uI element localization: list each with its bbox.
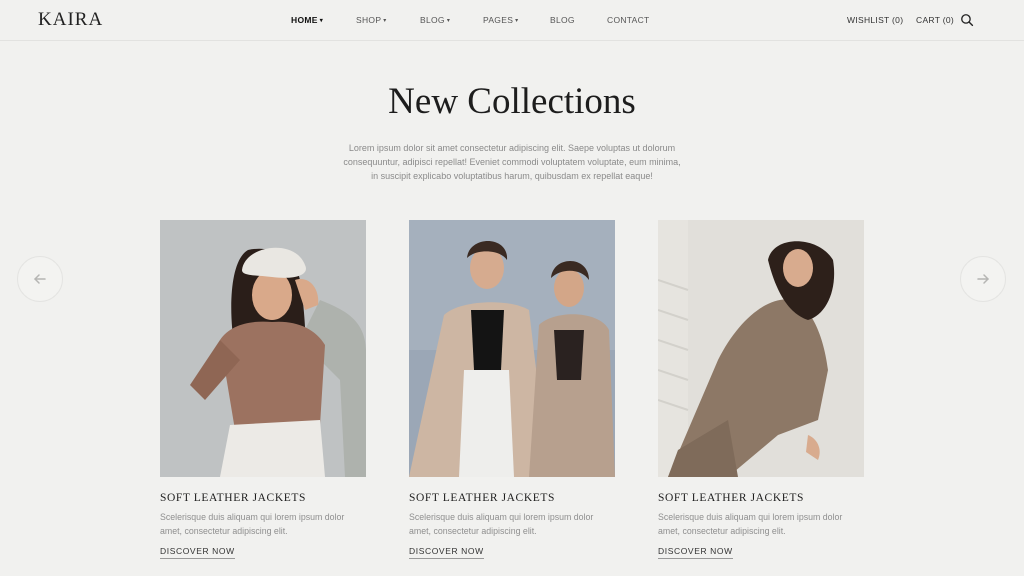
nav-item-home[interactable]: HOME ▾ — [291, 15, 323, 25]
discover-now-link[interactable]: DISCOVER NOW — [409, 546, 484, 559]
product-image-two-women-coats[interactable] — [409, 220, 615, 477]
card-description: Scelerisque duis aliquam qui lorem ipsum… — [409, 512, 594, 536]
product-image-hat-woman[interactable] — [160, 220, 366, 477]
product-card: SOFT LEATHER JACKETS Scelerisque duis al… — [409, 220, 615, 559]
nav-item-label: SHOP — [356, 15, 382, 25]
product-card: SOFT LEATHER JACKETS Scelerisque duis al… — [658, 220, 864, 559]
nav-item-pages[interactable]: PAGES ▾ — [483, 15, 518, 25]
page-title: New Collections — [388, 81, 636, 122]
nav-item-label: CONTACT — [607, 15, 650, 25]
chevron-down-icon: ▾ — [446, 18, 451, 24]
top-navbar: KAIRA HOME ▾ SHOP ▾ BLOG ▾ PAGES ▾ BLOG CONT… — [0, 0, 1024, 41]
carousel-next-button[interactable] — [960, 256, 1006, 302]
nav-item-label: BLOG — [420, 15, 445, 25]
card-title: SOFT LEATHER JACKETS — [160, 492, 306, 504]
nav-item-label: HOME — [291, 15, 318, 25]
product-image-plaid-suit[interactable] — [658, 220, 864, 477]
chevron-down-icon: ▾ — [319, 18, 324, 24]
card-title: SOFT LEATHER JACKETS — [409, 492, 555, 504]
cart-link[interactable]: CART (0) — [916, 15, 954, 25]
nav-item-blog-dropdown[interactable]: BLOG ▾ — [420, 15, 450, 25]
intro-paragraph: Lorem ipsum dolor sit amet consectetur a… — [343, 143, 681, 182]
wishlist-link[interactable]: WISHLIST (0) — [847, 15, 903, 25]
card-description: Scelerisque duis aliquam qui lorem ipsum… — [160, 512, 345, 536]
nav-item-label: BLOG — [550, 15, 575, 25]
card-description: Scelerisque duis aliquam qui lorem ipsum… — [658, 512, 843, 536]
product-card: SOFT LEATHER JACKETS Scelerisque duis al… — [160, 220, 366, 559]
carousel-prev-button[interactable] — [17, 256, 63, 302]
nav-item-contact[interactable]: CONTACT — [607, 15, 650, 25]
arrow-left-icon — [34, 274, 46, 284]
search-icon[interactable] — [960, 13, 974, 27]
nav-item-shop[interactable]: SHOP ▾ — [356, 15, 387, 25]
chevron-down-icon: ▾ — [515, 18, 519, 24]
brand-logo[interactable]: KAIRA — [38, 9, 103, 31]
arrow-right-icon — [977, 274, 989, 284]
nav-item-blog[interactable]: BLOG — [550, 15, 575, 25]
nav-item-label: PAGES — [483, 15, 514, 25]
card-title: SOFT LEATHER JACKETS — [658, 492, 804, 504]
discover-now-link[interactable]: DISCOVER NOW — [658, 546, 733, 559]
discover-now-link[interactable]: DISCOVER NOW — [160, 546, 235, 559]
chevron-down-icon: ▾ — [383, 18, 387, 24]
